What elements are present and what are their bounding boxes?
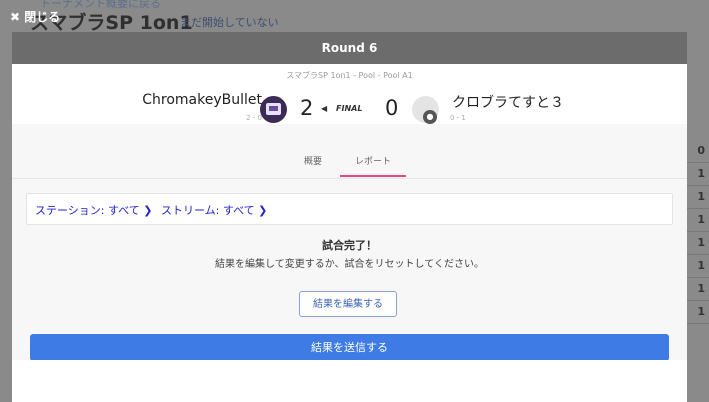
background-score: 1 <box>685 232 709 255</box>
station-filter[interactable]: ステーション: すべて ❯ <box>35 202 153 218</box>
match-summary-panel: スマブラSP 1on1 - Pool - Pool A1 <box>12 64 687 124</box>
background-score: 0 <box>685 140 709 163</box>
locked-avatar-icon: ● <box>412 96 439 124</box>
station-filter-label: ステーション: すべて <box>35 204 140 217</box>
stream-filter-label: ストリーム: すべて <box>161 204 255 217</box>
player2-record: 0 - 1 <box>450 114 466 122</box>
match-path: スマブラSP 1on1 - Pool - Pool A1 <box>286 71 413 80</box>
stream-filter[interactable]: ストリーム: すべて ❯ <box>161 202 267 218</box>
modal-title: Round 6 <box>12 32 687 64</box>
winner-arrow-icon: ◀ <box>321 104 328 113</box>
modal-footer <box>12 360 687 402</box>
chevron-right-icon: ❯ <box>258 204 268 217</box>
player1-score: 2 <box>300 96 314 120</box>
tabs-divider <box>12 178 687 179</box>
player1-record: 2 - 0 <box>246 114 262 122</box>
edit-results-button[interactable]: 結果を編集する <box>299 291 397 317</box>
background-score: 1 <box>685 186 709 209</box>
player2-name: クロブラてすと３ <box>452 95 564 111</box>
filter-bar: ステーション: すべて ❯ ストリーム: すべて ❯ <box>26 193 673 225</box>
background-score: 1 <box>685 301 709 324</box>
final-label: FINAL <box>336 104 363 113</box>
background-score: 1 <box>685 255 709 278</box>
player1-name: ChromakeyBullet <box>142 92 262 108</box>
submit-results-button[interactable]: 結果を送信する <box>30 334 669 361</box>
twitch-avatar-icon <box>260 96 287 123</box>
tournament-status: まだ開始していない <box>180 16 279 29</box>
close-icon: ✖ <box>10 10 21 24</box>
match-complete-description: 結果を編集して変更するか、試合をリセットしてください。 <box>215 259 484 270</box>
close-label: 閉じる <box>24 10 61 24</box>
background-score-column: 0 1 1 1 1 1 1 1 <box>685 140 709 324</box>
player2-score: 0 <box>385 96 399 120</box>
tab-report[interactable]: レポート <box>355 154 391 167</box>
lock-icon: ● <box>423 110 437 124</box>
chevron-right-icon: ❯ <box>143 204 153 217</box>
background-score: 1 <box>685 209 709 232</box>
tab-overview[interactable]: 概要 <box>304 154 322 167</box>
background-score: 1 <box>685 163 709 186</box>
match-complete-heading: 試合完了！ <box>322 239 377 252</box>
match-report-modal: Round 6 スマブラSP 1on1 - Pool - Pool A1 Chr… <box>12 32 687 402</box>
close-button[interactable]: ✖ 閉じる <box>10 8 60 25</box>
active-tab-indicator <box>340 175 406 177</box>
background-score: 1 <box>685 278 709 301</box>
